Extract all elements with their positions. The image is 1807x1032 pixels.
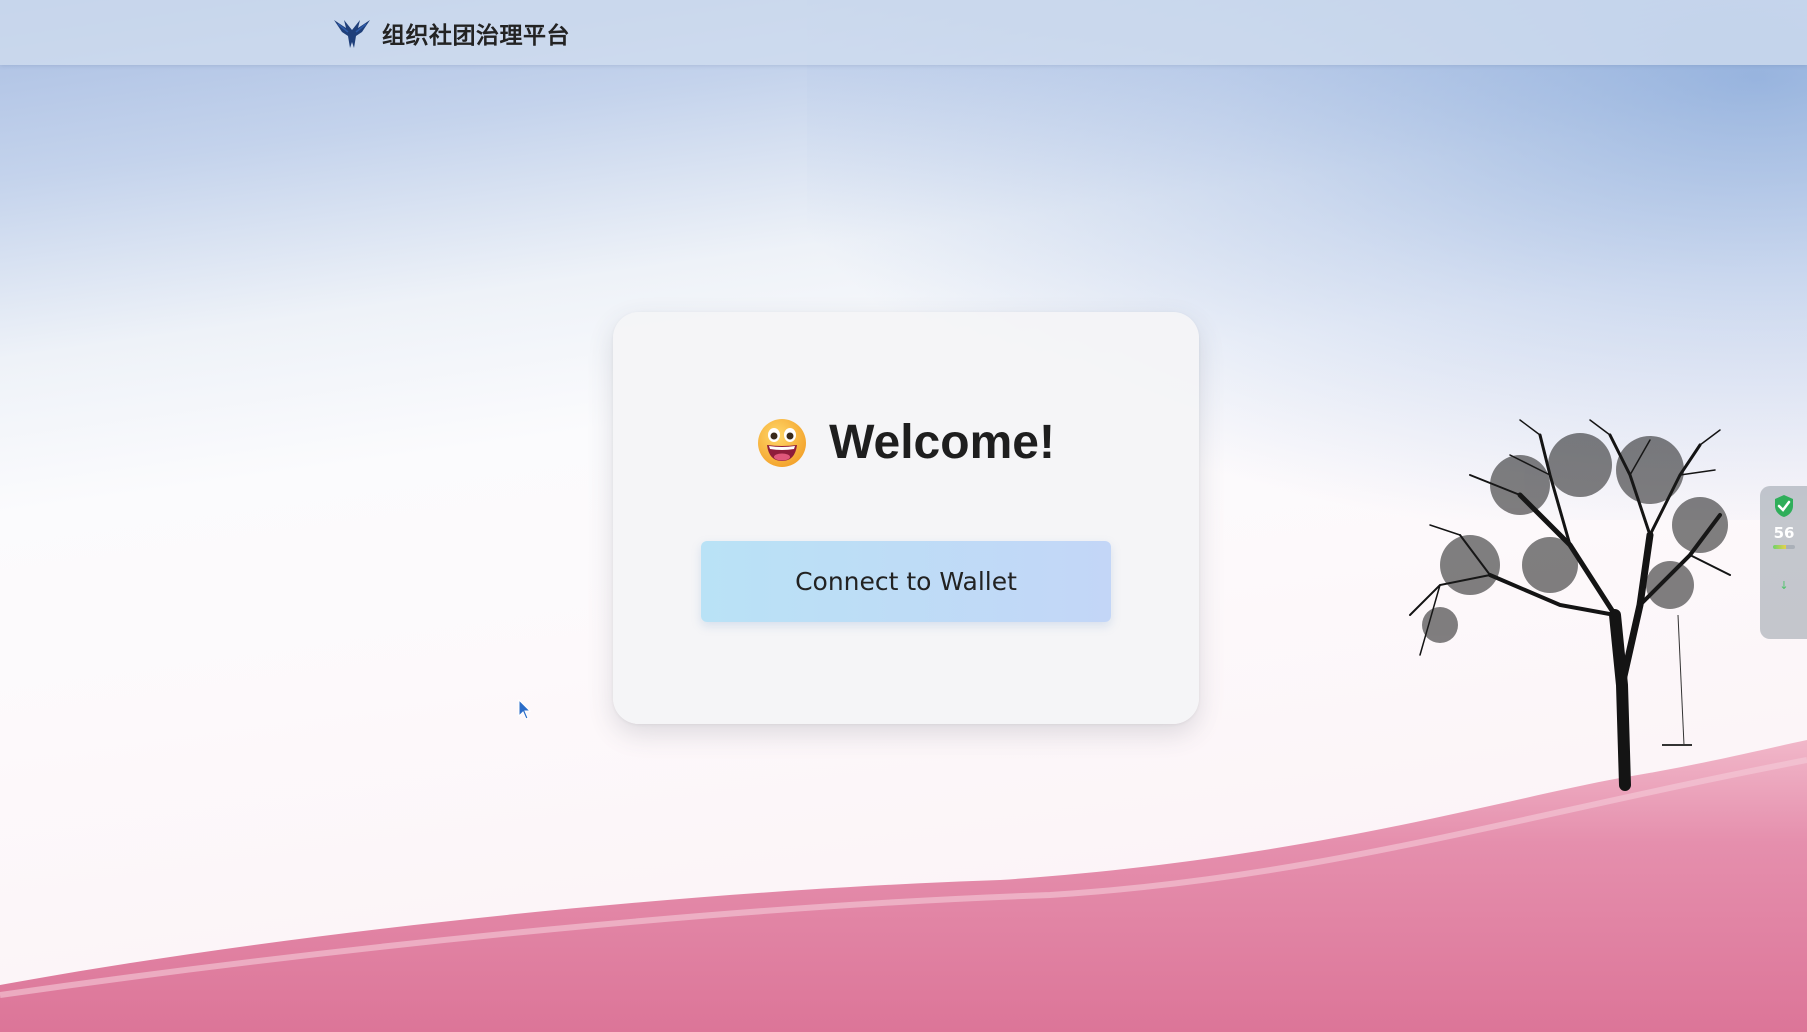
connect-wallet-button[interactable]: Connect to Wallet	[701, 541, 1111, 622]
download-arrow-icon: ↓	[1779, 579, 1789, 592]
desktop-page: 组织社团治理平台 Welcome! Connect to Wallet 56 ↓	[0, 0, 1807, 1032]
welcome-title: Welcome!	[829, 416, 1055, 469]
top-navigation-bar: 组织社团治理平台	[0, 0, 1807, 65]
shield-check-icon	[1775, 495, 1793, 517]
brand-title: 组织社团治理平台	[382, 23, 570, 49]
brand[interactable]: 组织社团治理平台	[332, 14, 570, 52]
eagle-logo-icon	[334, 20, 370, 48]
monitor-value: 56	[1773, 524, 1795, 542]
mouse-cursor-icon	[518, 699, 532, 720]
tree-silhouette	[1409, 419, 1731, 791]
welcome-card: Welcome! Connect to Wallet	[613, 312, 1199, 724]
grinning-face-icon	[758, 418, 807, 467]
welcome-heading: Welcome!	[613, 415, 1199, 470]
system-monitor-widget[interactable]: 56 ↓	[1760, 486, 1807, 639]
monitor-level-bar	[1773, 545, 1795, 549]
